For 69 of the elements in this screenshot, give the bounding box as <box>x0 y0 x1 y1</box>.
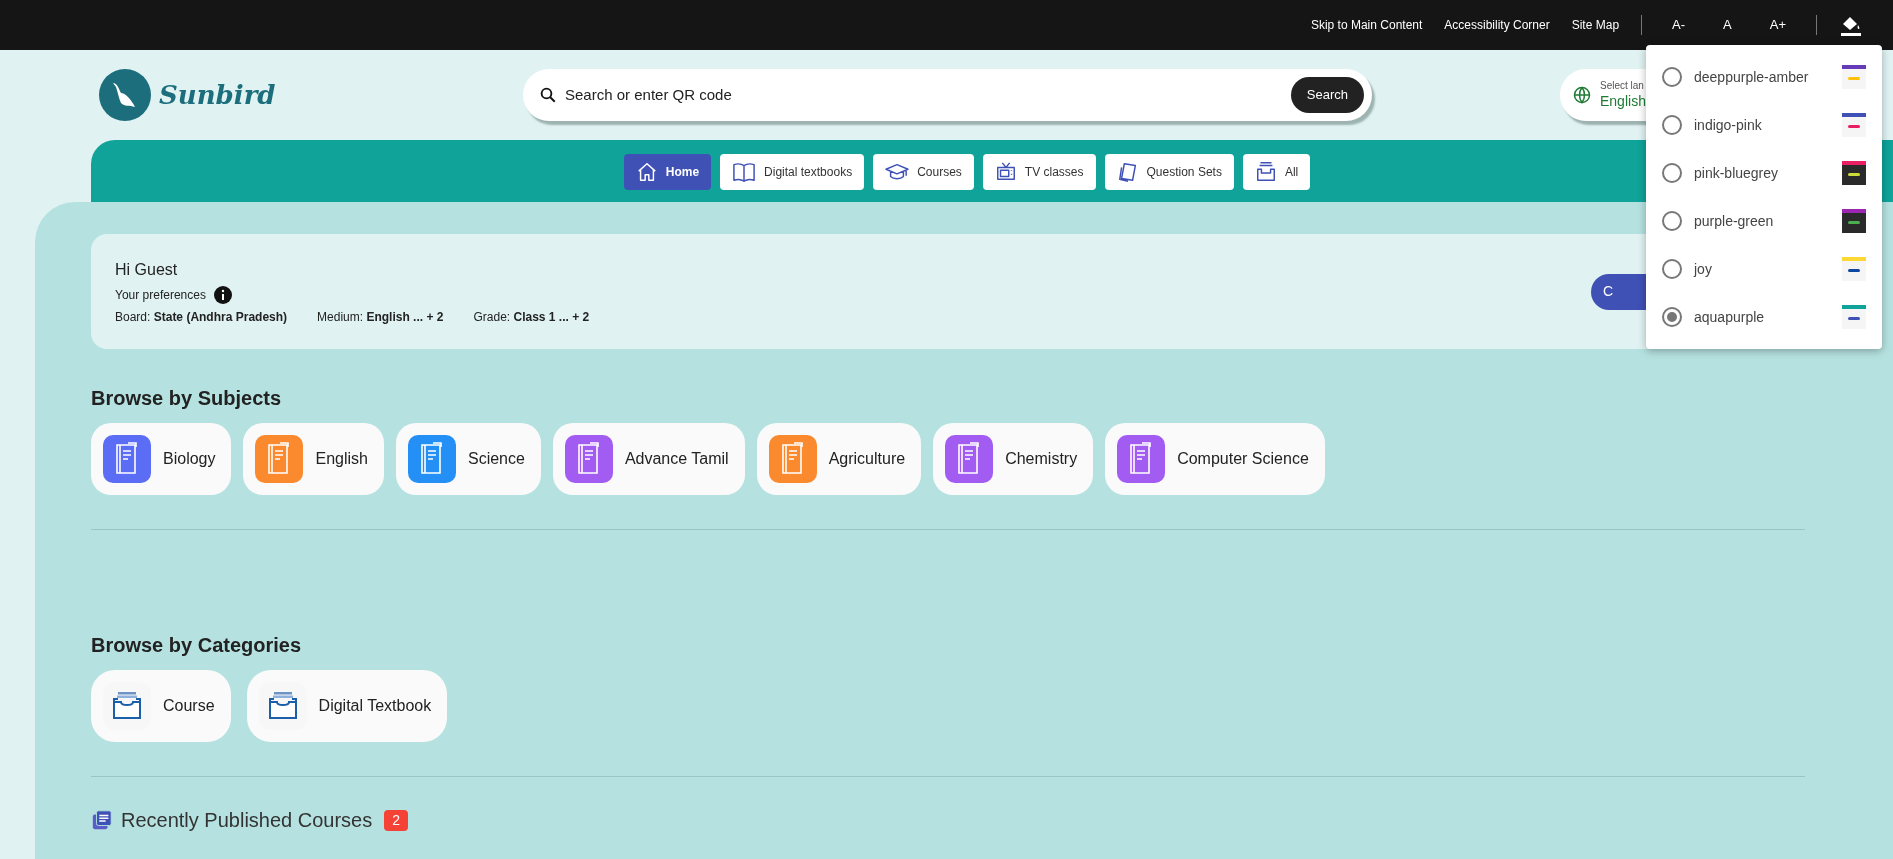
subject-chip[interactable]: Advance Tamil <box>552 423 745 495</box>
count-badge: 2 <box>384 809 409 831</box>
category-chip[interactable]: Digital Textbook <box>246 670 448 742</box>
preference-item: Medium: English ... + 2 <box>317 308 444 326</box>
font-size-button[interactable]: A- <box>1664 15 1694 35</box>
book-icon <box>103 435 151 483</box>
search-field[interactable]: Search or enter QR code <box>565 83 1291 107</box>
subject-chip[interactable]: Biology <box>91 423 232 495</box>
nav-tab[interactable]: Home <box>623 153 712 190</box>
theme-name: purple-green <box>1694 211 1775 231</box>
subject-chip[interactable]: Science <box>395 423 541 495</box>
category-chip[interactable]: Course <box>91 670 231 742</box>
subject-chip[interactable]: Chemistry <box>933 423 1094 495</box>
globe-icon <box>1572 85 1592 105</box>
papers-icon <box>1116 160 1139 183</box>
book-icon <box>768 435 817 483</box>
top-link[interactable]: Skip to Main Content <box>1310 16 1423 34</box>
nav-tab[interactable]: All <box>1242 153 1311 190</box>
top-link[interactable]: Site Map <box>1571 16 1620 34</box>
radio-button[interactable] <box>1662 259 1682 279</box>
theme-name: deeppurple-amber <box>1694 67 1810 87</box>
font-size-button[interactable]: A+ <box>1761 15 1794 35</box>
subject-chip[interactable]: English <box>243 423 384 495</box>
book-icon <box>945 435 994 483</box>
logo-text: Sunbird <box>159 78 276 112</box>
greeting: Hi Guest <box>115 259 179 280</box>
info-icon[interactable] <box>213 285 232 304</box>
subject-chip[interactable]: Agriculture <box>756 423 922 495</box>
top-link[interactable]: Accessibility Corner <box>1444 16 1550 34</box>
preference-item: Board: State (Andhra Pradesh) <box>115 308 288 326</box>
preference-item: Grade: Class 1 ... + 2 <box>473 308 590 326</box>
home-icon <box>635 160 658 183</box>
language-label: Select lan <box>1600 80 1645 93</box>
nav-tab[interactable]: TV classes <box>982 153 1096 190</box>
theme-name: pink-bluegrey <box>1694 163 1780 183</box>
book-icon <box>1117 435 1166 483</box>
theme-name: joy <box>1694 259 1713 279</box>
nav-tab[interactable]: Digital textbooks <box>720 153 865 190</box>
section-heading: Browse by Subjects <box>91 386 283 411</box>
radio-button[interactable] <box>1662 115 1682 135</box>
nav-tab[interactable]: Question Sets <box>1104 153 1234 190</box>
radio-button[interactable] <box>1662 163 1682 183</box>
section-heading: Browse by Categories <box>91 633 303 658</box>
language-value: English <box>1600 92 1646 110</box>
library-icon <box>91 809 113 831</box>
radio-button[interactable] <box>1662 211 1682 231</box>
theme-option[interactable]: aquapurple <box>1646 293 1882 341</box>
theme-option[interactable]: purple-green <box>1646 197 1882 245</box>
bird-logo-icon <box>99 69 151 121</box>
book-icon <box>255 435 304 483</box>
theme-option[interactable]: joy <box>1646 245 1882 293</box>
theme-name: indigo-pink <box>1694 115 1763 135</box>
search-bar[interactable]: Search or enter QR code Search <box>523 69 1372 121</box>
radio-button[interactable] <box>1662 307 1682 327</box>
font-size-button[interactable]: A <box>1715 15 1740 35</box>
inbox-icon <box>1254 160 1277 183</box>
preferences-title: Your preferences <box>115 286 206 304</box>
book-icon <box>407 435 456 483</box>
subject-chip[interactable]: Computer Science <box>1105 423 1325 495</box>
search-button[interactable]: Search <box>1290 77 1364 113</box>
book-icon <box>564 435 613 483</box>
theme-option[interactable]: pink-bluegrey <box>1646 149 1882 197</box>
tv-icon <box>994 160 1017 183</box>
theme-name: aquapurple <box>1694 307 1766 327</box>
section-heading: Recently Published Courses <box>121 808 373 833</box>
search-icon <box>539 86 557 104</box>
radio-button[interactable] <box>1662 67 1682 87</box>
nav-tab[interactable]: Courses <box>873 153 974 190</box>
book-icon <box>732 160 757 183</box>
